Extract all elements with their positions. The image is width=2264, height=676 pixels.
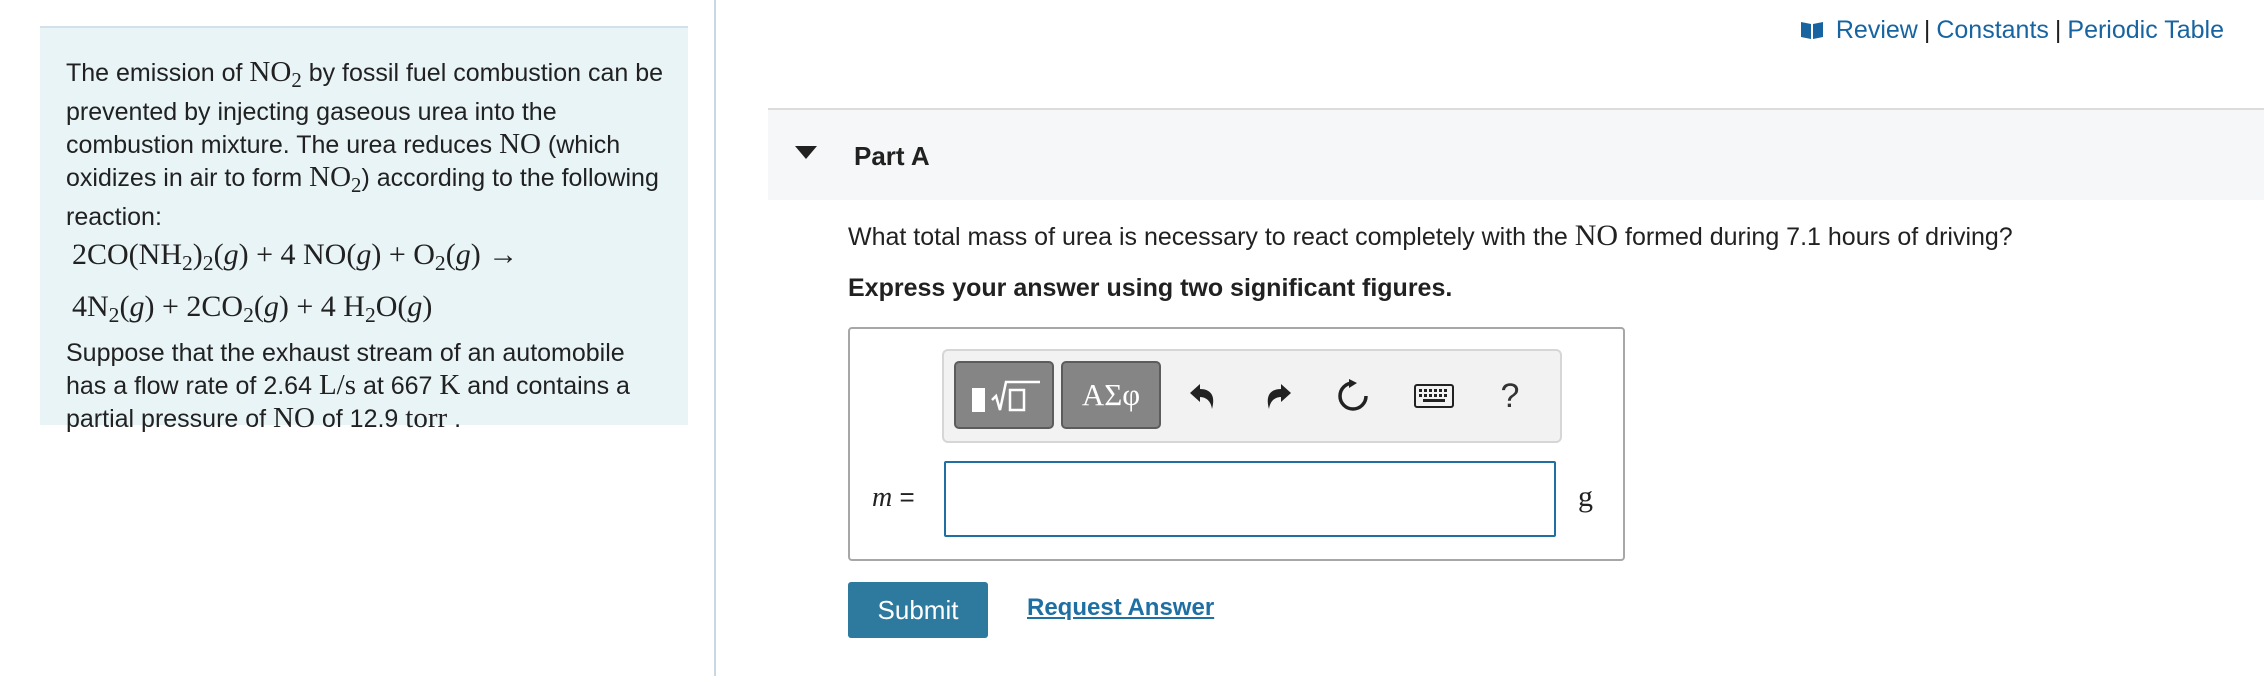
part-title: Part A (854, 141, 930, 171)
math-toolbar: ΑΣφ ? (942, 349, 1562, 443)
eq-part: ( (445, 237, 456, 271)
eq-part: ) (192, 237, 203, 271)
subscript: 2 (351, 172, 362, 197)
reset-icon[interactable] (1330, 371, 1376, 421)
eq-part: 4N (72, 289, 109, 323)
formula-no: NO (273, 401, 315, 434)
eq-phase: g (455, 237, 471, 271)
question-part: formed during 7.1 hours of driving? (1618, 223, 2013, 251)
eq-part: ) + 4 NO( (238, 237, 357, 271)
answer-unit: g (1578, 480, 1593, 513)
problem-exhaust-conditions: Suppose that the exhaust stream of an au… (66, 337, 664, 435)
resource-links: Review | Constants | Periodic Table (1800, 14, 2224, 48)
eq-phase: g (263, 289, 279, 323)
eq-subscript: 2 (243, 302, 254, 327)
eq-subscript: 2 (108, 302, 120, 327)
formula-no2: NO2 (249, 56, 301, 92)
problem-statement-panel: The emission of NO2 by fossil fuel combu… (40, 26, 688, 434)
eq-subscript: 2 (182, 250, 193, 275)
eq-phase: g (223, 237, 239, 271)
symbols-label: ΑΣφ (1081, 377, 1141, 412)
help-icon[interactable]: ? (1487, 371, 1533, 421)
caret-down-icon[interactable] (795, 146, 817, 159)
eq-phase: g (129, 289, 145, 323)
problem-column: The emission of NO2 by fossil fuel combu… (0, 0, 716, 676)
undo-icon[interactable] (1180, 371, 1226, 421)
review-link[interactable]: Review (1836, 16, 1918, 44)
variable-symbol: m (872, 482, 893, 513)
link-separator: | (2054, 16, 2062, 44)
eq-part: ) + O (371, 237, 435, 271)
reaction-equation-line-2: 4N2(g) + 2CO2(g) + 4 H2O(g) (66, 285, 664, 337)
link-separator: | (1923, 16, 1931, 44)
eq-part: 2CO(NH (72, 237, 182, 271)
formula-no: NO (499, 127, 541, 160)
templates-icon (970, 378, 1042, 419)
book-icon (1800, 16, 1824, 48)
problem-text: of 12.9 (314, 404, 406, 433)
eq-phase: g (356, 237, 372, 271)
constants-link[interactable]: Constants (1936, 16, 2049, 44)
eq-phase: g (407, 289, 423, 323)
answer-instruction: Express your answer using two significan… (848, 274, 1453, 302)
unit-flow-rate: L/s (318, 368, 356, 401)
formula-text: NO (309, 160, 352, 193)
eq-part: ) + 4 H (278, 289, 365, 323)
reaction-equation-line-1: 2CO(NH2)2(g) + 4 NO(g) + O2(g) → (66, 233, 664, 285)
eq-subscript: 2 (202, 250, 214, 275)
eq-part: ) (422, 289, 433, 323)
unit-temperature: K (439, 368, 461, 401)
eq-part: O( (375, 289, 408, 323)
eq-part: ( (253, 289, 264, 323)
formula-no: NO (1574, 219, 1619, 252)
formula-text: NO (249, 56, 292, 88)
question-part: What total mass of urea is necessary to … (848, 223, 1575, 251)
eq-part: ( (119, 289, 130, 323)
answer-input[interactable] (944, 461, 1556, 537)
problem-intro: The emission of NO2 by fossil fuel combu… (66, 56, 664, 233)
eq-subscript: 2 (434, 250, 446, 275)
problem-text: . (447, 404, 462, 433)
subscript: 2 (291, 67, 302, 92)
keyboard-icon[interactable] (1406, 371, 1462, 421)
formula-no2: NO2 (309, 160, 361, 197)
redo-icon[interactable] (1255, 371, 1301, 421)
answer-variable-label: m = (872, 479, 915, 516)
unit-pressure: torr (405, 401, 448, 434)
submit-button[interactable]: Submit (848, 582, 988, 638)
equals-sign: = (892, 482, 915, 512)
symbols-button[interactable]: ΑΣφ (1061, 361, 1161, 429)
answer-box: ΑΣφ ? m = g (848, 327, 1625, 561)
problem-text: The emission of (66, 59, 250, 87)
request-answer-link[interactable]: Request Answer (1027, 592, 1214, 624)
eq-part: ) → (470, 237, 519, 271)
part-header[interactable]: Part A (768, 108, 2264, 200)
eq-subscript: 2 (364, 302, 376, 327)
problem-text: at 667 (356, 371, 440, 400)
periodic-table-link[interactable]: Periodic Table (2067, 16, 2224, 44)
question-text: What total mass of urea is necessary to … (848, 218, 2013, 255)
templates-button[interactable] (954, 361, 1054, 429)
eq-part: ) + 2CO (144, 289, 244, 323)
eq-part: ( (213, 237, 224, 271)
